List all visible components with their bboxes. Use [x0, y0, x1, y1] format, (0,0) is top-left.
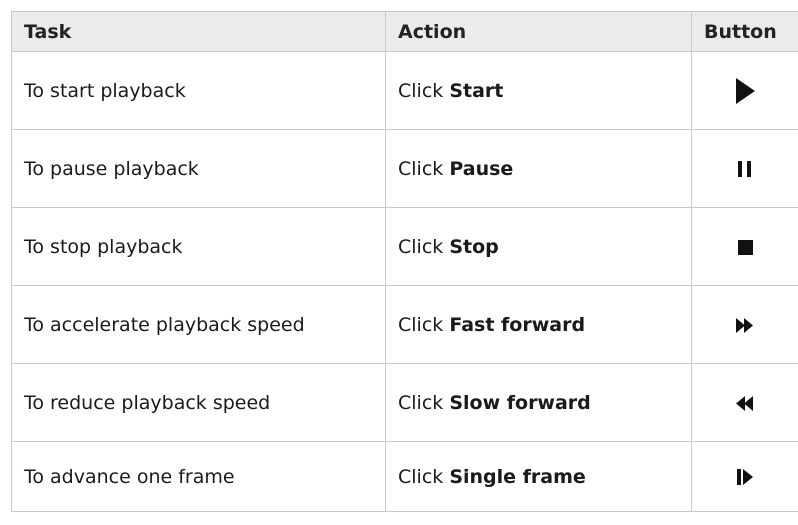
action-prefix: Click: [398, 157, 444, 180]
header-task: Task: [11, 11, 386, 52]
table-row: To accelerate playback speed Click Fast …: [11, 285, 798, 364]
task-cell: To advance one frame: [11, 441, 386, 512]
table-row: To reduce playback speed Click Slow forw…: [11, 363, 798, 442]
action-prefix: Click: [398, 313, 444, 336]
action-button-name: Stop: [449, 235, 499, 258]
action-button-name: Single frame: [449, 465, 586, 488]
action-cell: Click Fast forward: [385, 285, 692, 364]
action-button-name: Pause: [449, 157, 514, 180]
fast-forward-icon: [736, 317, 754, 333]
rewind-icon: [736, 395, 754, 411]
button-cell: [691, 51, 798, 130]
task-cell: To pause playback: [11, 129, 386, 208]
action-button-name: Start: [449, 79, 504, 102]
button-cell: [691, 285, 798, 364]
button-cell: [691, 363, 798, 442]
single-frame-icon: [737, 469, 753, 485]
button-cell: [691, 441, 798, 512]
pause-icon: [738, 161, 752, 177]
button-cell: [691, 207, 798, 286]
action-prefix: Click: [398, 391, 444, 414]
task-cell: To accelerate playback speed: [11, 285, 386, 364]
playback-controls-table: Task Action Button To start playback Cli…: [11, 11, 798, 512]
task-cell: To start playback: [11, 51, 386, 130]
action-cell: Click Slow forward: [385, 363, 692, 442]
action-cell: Click Start: [385, 51, 692, 130]
table-row: To stop playback Click Stop: [11, 207, 798, 286]
header-action: Action: [385, 11, 692, 52]
table-row: To start playback Click Start: [11, 51, 798, 130]
stop-icon: [737, 239, 753, 255]
header-button: Button: [691, 11, 798, 52]
table-row: To advance one frame Click Single frame: [11, 441, 798, 512]
task-cell: To stop playback: [11, 207, 386, 286]
action-prefix: Click: [398, 79, 444, 102]
play-icon: [735, 77, 755, 104]
action-prefix: Click: [398, 235, 444, 258]
table-header-row: Task Action Button: [11, 11, 798, 52]
button-cell: [691, 129, 798, 208]
table-row: To pause playback Click Pause: [11, 129, 798, 208]
task-cell: To reduce playback speed: [11, 363, 386, 442]
action-button-name: Fast forward: [449, 313, 586, 336]
action-cell: Click Stop: [385, 207, 692, 286]
action-cell: Click Pause: [385, 129, 692, 208]
action-prefix: Click: [398, 465, 444, 488]
action-button-name: Slow forward: [449, 391, 591, 414]
action-cell: Click Single frame: [385, 441, 692, 512]
